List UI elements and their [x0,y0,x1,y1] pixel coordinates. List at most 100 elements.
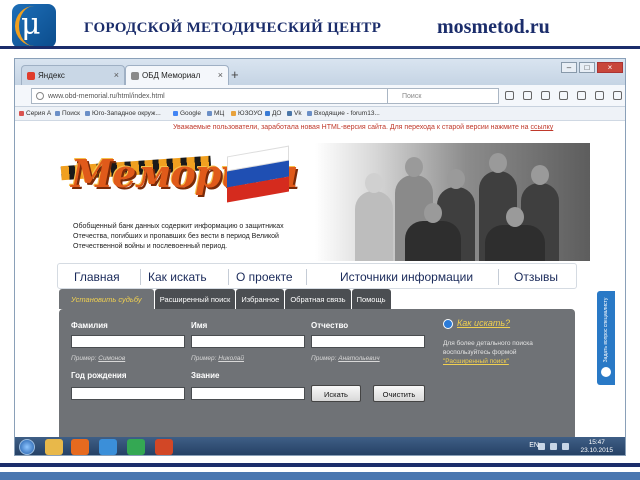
clipboard-icon[interactable] [523,91,532,100]
minimize-button[interactable]: – [561,62,577,73]
bookmark-icon [85,111,90,116]
bookmark-label: ДО [272,110,282,117]
start-button[interactable] [19,439,35,455]
bookmark-item[interactable]: МЦ [207,110,224,117]
download-icon[interactable] [559,91,568,100]
bookmark-label: ЮЗОУО [238,110,263,117]
bookmark-label: Поиск [62,110,81,117]
star-icon[interactable] [505,91,514,100]
bookmark-label: Google [180,110,201,117]
surname-label: Фамилия [71,321,108,330]
flag-icon[interactable] [538,443,545,450]
nav-reviews[interactable]: Отзывы [514,270,558,284]
tab-yandex[interactable]: Яндекс × [21,65,125,85]
browser-window: Яндекс × ОБД Мемориал × + – □ × www.obd-… [14,58,626,456]
figure-silhouette [485,207,545,261]
nav-how-to-search[interactable]: Как искать [148,270,207,284]
old-version-link[interactable]: ссылку [531,124,554,131]
network-icon[interactable] [550,443,557,450]
help-text: Для более детального поиска воспользуйте… [443,339,543,366]
volume-icon[interactable] [562,443,569,450]
new-tab-button[interactable]: + [231,67,239,82]
vk-icon [287,111,292,116]
tab-advanced-search[interactable]: Расширенный поиск [154,289,236,309]
advanced-search-link[interactable]: "Расширенный поиск" [443,358,509,365]
nav-sources[interactable]: Источники информации [340,270,473,284]
close-window-button[interactable]: × [597,62,623,73]
memorial-favicon-icon [131,72,139,80]
tab-obd-memorial[interactable]: ОБД Мемориал × [125,65,229,85]
site-name: mosmetod.ru [437,16,550,38]
bookmark-icon [19,111,24,116]
tab-find-fate[interactable]: Установить судьбу [59,289,154,309]
figure-silhouette [405,203,461,261]
clear-button[interactable]: Очистить [373,385,425,402]
search-button[interactable]: Искать [311,385,361,402]
widget-label: Задать вопрос специалисту [603,297,609,363]
bookmark-item[interactable]: Юго-Западное окруж... [85,110,161,117]
nav-separator [228,269,229,285]
surname-input[interactable] [71,335,185,348]
rank-input[interactable] [191,387,305,400]
firefox-icon[interactable] [71,439,89,455]
name-label: Имя [191,321,208,330]
surname-example-link[interactable]: Симонов [98,355,125,362]
close-icon[interactable]: × [218,70,223,80]
site-description: Обобщенный банк данных содержит информац… [73,223,284,250]
name-input[interactable] [191,335,305,348]
chrome-icon[interactable] [127,439,145,455]
nav-about[interactable]: О проекте [236,270,293,284]
slide-footer-rule [0,463,640,467]
ask-question-widget[interactable]: Задать вопрос специалисту [597,291,615,385]
bookmark-item[interactable]: Google [173,110,201,117]
name-example-link[interactable]: Николай [218,355,244,362]
home-icon[interactable] [577,91,586,100]
menu-icon[interactable] [613,91,622,100]
toolbar-icons [505,91,622,100]
bookmark-item[interactable]: Поиск [55,110,80,117]
search-panel: Установить судьбу Расширенный поиск Избр… [59,289,575,437]
birth-year-label: Год рождения [71,371,127,380]
notice-text: Уважаемые пользователи, заработала новая… [173,124,529,131]
veterans-photo [315,143,590,261]
tab-label: Яндекс [38,71,65,80]
folder-icon[interactable] [45,439,63,455]
clock[interactable]: 15:47 23.10.2015 [580,439,613,455]
internet-explorer-icon[interactable] [99,439,117,455]
powerpoint-icon[interactable] [155,439,173,455]
url-text: www.obd-memorial.ru/html/index.html [48,93,165,100]
org-title: ГОРОДСКОЙ МЕТОДИЧЕСКИЙ ЦЕНТР [84,20,382,36]
patronymic-input[interactable] [311,335,425,348]
birth-year-input[interactable] [71,387,185,400]
bookmark-item[interactable]: ДО [265,110,281,117]
bookmark-item[interactable]: Входящие - forum13... [307,110,380,117]
tab-favorites[interactable]: Избранное [236,289,285,309]
bookmark-label: МЦ [214,110,225,117]
bookmarks-bar: Серия А Поиск Юго-Западное окруж... Goog… [15,107,625,121]
example-prefix: Пример: [311,355,337,362]
example-prefix: Пример: [191,355,217,362]
patronymic-example-link[interactable]: Анатольевич [338,355,379,362]
how-to-search-link[interactable]: Как искать? [457,318,510,328]
bookmark-icon [265,111,270,116]
nav-home[interactable]: Главная [74,270,120,284]
surname-example: Пример: Симонов [71,355,125,362]
maximize-button[interactable]: □ [579,62,595,73]
bookmark-item[interactable]: Vk [287,110,302,117]
bookmark-item[interactable]: ЮЗОУО [231,110,262,117]
clock-date: 23.10.2015 [580,447,613,454]
language-indicator[interactable]: EN [529,442,539,449]
globe-icon [36,92,44,100]
bookmark-item[interactable]: Серия А [19,110,51,117]
bookmark-label: Vk [294,110,302,117]
mosmetod-logo: μ [12,4,56,48]
navigation-bar: www.obd-memorial.ru/html/index.html Поис… [15,85,625,107]
account-icon[interactable] [595,91,604,100]
tab-feedback[interactable]: Обратная связь [285,289,351,309]
tab-help[interactable]: Помощь [351,289,391,309]
browser-search-input[interactable]: Поиск [387,88,499,104]
shield-icon[interactable] [541,91,550,100]
close-icon[interactable]: × [114,70,119,80]
slide-header: μ ГОРОДСКОЙ МЕТОДИЧЕСКИЙ ЦЕНТР mosmetod.… [0,0,640,52]
bookmark-icon [207,111,212,116]
